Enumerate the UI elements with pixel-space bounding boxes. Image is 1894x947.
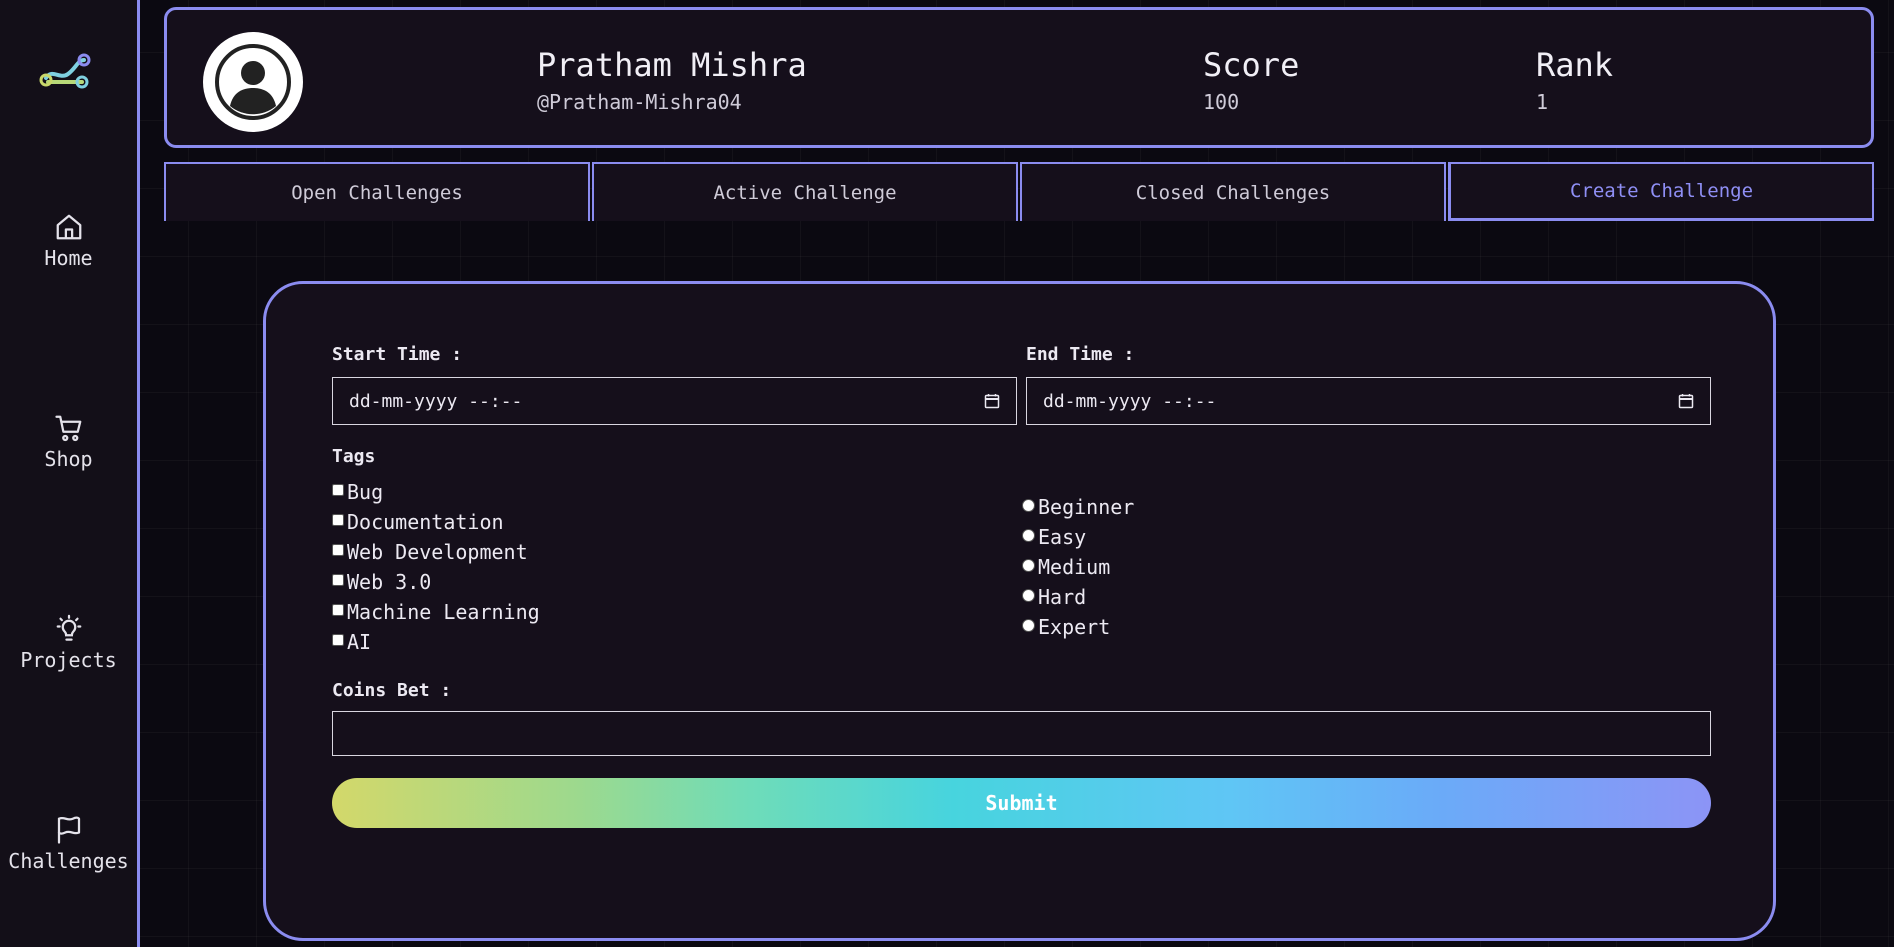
score-value: 100	[1203, 90, 1240, 114]
logo-icon[interactable]	[38, 50, 94, 90]
profile-name: Pratham Mishra	[537, 46, 807, 84]
cart-icon	[54, 415, 81, 442]
rank-label: Rank	[1536, 46, 1614, 84]
tag-label: Documentation	[347, 510, 504, 534]
difficulty-label: Expert	[1038, 615, 1111, 639]
tag-checkbox-web-development[interactable]: Web Development	[332, 540, 528, 564]
difficulty-label: Easy	[1038, 525, 1087, 549]
tag-label: AI	[347, 630, 372, 654]
checkbox[interactable]	[332, 484, 344, 496]
avatar[interactable]	[203, 32, 303, 132]
checkbox[interactable]	[332, 604, 344, 616]
radio-button[interactable]	[1022, 558, 1035, 572]
checkbox[interactable]	[332, 634, 344, 646]
tab-create-challenge[interactable]: Create Challenge	[1448, 162, 1874, 221]
tag-checkbox-ai[interactable]: AI	[332, 630, 371, 654]
submit-button[interactable]: Submit	[332, 778, 1711, 828]
sidebar-item-projects[interactable]: Projects	[0, 614, 137, 672]
tab-closed-challenges[interactable]: Closed Challenges	[1020, 162, 1446, 221]
sidebar-item-home[interactable]: Home	[0, 212, 137, 270]
difficulty-label: Hard	[1038, 585, 1087, 609]
tag-checkbox-bug[interactable]: Bug	[332, 480, 383, 504]
tab-open-challenges[interactable]: Open Challenges	[164, 162, 590, 221]
start-time-input[interactable]: dd-mm-yyyy --:--	[332, 377, 1017, 425]
difficulty-radio-medium[interactable]: Medium	[1022, 555, 1110, 579]
difficulty-radio-hard[interactable]: Hard	[1022, 585, 1086, 609]
rank-value: 1	[1536, 90, 1549, 114]
tags-label: Tags	[332, 446, 376, 467]
calendar-icon[interactable]	[1678, 393, 1694, 409]
sidebar-item-label: Shop	[44, 447, 93, 471]
tag-checkbox-web3[interactable]: Web 3.0	[332, 570, 431, 594]
sidebar: Home Shop Projects Challenges	[0, 0, 140, 947]
radio-button[interactable]	[1022, 528, 1035, 542]
tab-active-challenge[interactable]: Active Challenge	[592, 162, 1018, 221]
sidebar-item-label: Challenges	[8, 849, 129, 873]
difficulty-label: Beginner	[1038, 495, 1135, 519]
home-icon	[56, 214, 81, 240]
end-time-label: End Time :	[1026, 344, 1135, 365]
radio-button[interactable]	[1022, 498, 1035, 512]
tag-checkbox-documentation[interactable]: Documentation	[332, 510, 504, 534]
lightbulb-icon	[56, 614, 81, 641]
profile-header: Pratham Mishra @Pratham-Mishra04 Score 1…	[164, 7, 1874, 148]
start-time-label: Start Time :	[332, 344, 463, 365]
end-time-value: dd-mm-yyyy --:--	[1043, 390, 1217, 412]
create-challenge-form: Start Time : dd-mm-yyyy --:-- End Time :…	[263, 281, 1776, 941]
challenge-tabs: Open Challenges Active Challenge Closed …	[164, 162, 1874, 221]
tag-label: Machine Learning	[347, 600, 540, 624]
profile-handle: @Pratham-Mishra04	[537, 90, 742, 114]
difficulty-radio-beginner[interactable]: Beginner	[1022, 495, 1134, 519]
tag-checkbox-machine-learning[interactable]: Machine Learning	[332, 600, 540, 624]
score-label: Score	[1203, 46, 1300, 84]
coins-bet-label: Coins Bet :	[332, 680, 452, 701]
checkbox[interactable]	[332, 574, 344, 586]
tag-label: Bug	[347, 480, 384, 504]
sidebar-item-label: Projects	[20, 648, 117, 672]
difficulty-radio-expert[interactable]: Expert	[1022, 615, 1110, 639]
checkbox[interactable]	[332, 514, 344, 526]
end-time-input[interactable]: dd-mm-yyyy --:--	[1026, 377, 1711, 425]
flag-icon	[57, 816, 80, 844]
user-icon	[215, 44, 291, 120]
start-time-value: dd-mm-yyyy --:--	[349, 390, 523, 412]
radio-button[interactable]	[1022, 618, 1035, 632]
checkbox[interactable]	[332, 544, 344, 556]
calendar-icon[interactable]	[984, 393, 1000, 409]
difficulty-radio-easy[interactable]: Easy	[1022, 525, 1086, 549]
tag-label: Web 3.0	[347, 570, 432, 594]
difficulty-label: Medium	[1038, 555, 1111, 579]
radio-button[interactable]	[1022, 588, 1035, 602]
sidebar-item-label: Home	[44, 246, 93, 270]
sidebar-item-challenges[interactable]: Challenges	[0, 815, 137, 873]
coins-bet-input[interactable]	[332, 711, 1711, 756]
tag-label: Web Development	[347, 540, 528, 564]
sidebar-item-shop[interactable]: Shop	[0, 413, 137, 471]
